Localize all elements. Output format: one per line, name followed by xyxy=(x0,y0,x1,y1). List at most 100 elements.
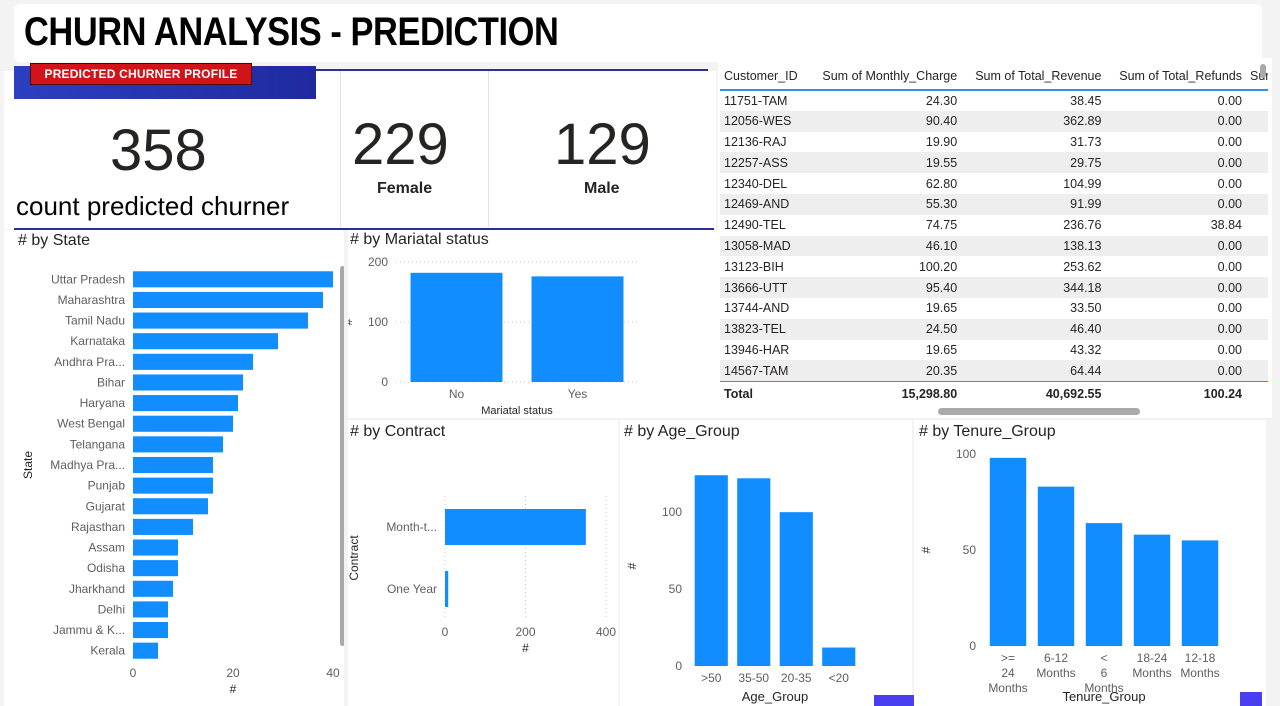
category-label: 6-12 xyxy=(1044,651,1068,665)
table-cell: 12136-RAJ xyxy=(724,134,787,149)
bar[interactable] xyxy=(133,333,278,350)
table-row[interactable]: 12056-WES 90.40 362.89 0.00 xyxy=(720,110,1268,132)
table-row[interactable]: 14567-TAM 20.35 64.44 0.00 xyxy=(720,360,1268,382)
table-cell xyxy=(1246,256,1268,277)
table-cell: 95.40 xyxy=(807,277,962,298)
kpi-total-value: 358 xyxy=(110,118,207,183)
table-row[interactable]: 12490-TEL 74.75 236.76 38.84 xyxy=(720,215,1268,236)
bar[interactable] xyxy=(133,436,223,453)
bar[interactable] xyxy=(133,477,213,494)
category-label: 6 xyxy=(1101,666,1108,680)
table-cell: 19.55 xyxy=(807,152,962,174)
bar[interactable] xyxy=(737,478,771,666)
bar[interactable] xyxy=(779,512,813,666)
bar[interactable] xyxy=(133,560,178,577)
table-row[interactable]: 13744-AND 19.65 33.50 0.00 xyxy=(720,298,1268,319)
kpi-female-label: Female xyxy=(377,180,433,197)
tenure-bar-chart[interactable]: 050100>=24Months6-12Months<6Months18-24M… xyxy=(914,420,1266,706)
bar[interactable] xyxy=(133,312,308,329)
table-cell: 38.84 xyxy=(1210,218,1242,233)
contract-bar-chart[interactable]: Month-t... One Year 0 200 400 # Contract xyxy=(347,420,618,706)
table-column-header[interactable]: Sum of Total_Revenue xyxy=(961,62,1106,91)
y-axis-label: # xyxy=(625,562,639,569)
state-bar-chart[interactable]: Uttar Pradesh Maharashtra Tamil Nadu Karnat… xyxy=(4,230,345,706)
table-cell: 344.18 xyxy=(961,277,1106,298)
marital-bar-chart[interactable]: 0 100 200 No Yes Mariatal status # xyxy=(341,230,718,418)
customer-table[interactable]: Customer_ID Sum of Monthly_Charge Sum of T… xyxy=(720,62,1268,408)
bar[interactable] xyxy=(822,647,856,666)
bar[interactable] xyxy=(133,456,213,474)
bar[interactable] xyxy=(694,475,728,666)
table-cell: 12340-DEL xyxy=(724,176,788,191)
bar[interactable] xyxy=(133,580,173,597)
bar[interactable] xyxy=(989,457,1027,646)
bar[interactable] xyxy=(133,642,158,659)
table-cell: 100.20 xyxy=(918,259,958,274)
bar[interactable] xyxy=(133,395,238,412)
dashboard: CHURN ANALYSIS - PREDICTION 358 count pr… xyxy=(0,0,1280,706)
vertical-scrollbar[interactable] xyxy=(340,266,345,646)
table-row[interactable]: 13666-UTT 95.40 344.18 0.00 xyxy=(720,277,1268,298)
bar[interactable] xyxy=(133,374,243,391)
table-row[interactable]: 13823-TEL 24.50 46.40 0.00 xyxy=(720,318,1268,340)
horizontal-scrollbar[interactable] xyxy=(938,408,1140,415)
table-column-header[interactable]: Customer_ID xyxy=(720,62,808,91)
bar[interactable] xyxy=(1133,534,1171,646)
category-label: 35-50 xyxy=(738,671,769,685)
table-row[interactable]: 12469-AND 55.30 91.99 0.00 xyxy=(720,193,1268,215)
bar[interactable] xyxy=(133,518,193,535)
bar[interactable] xyxy=(133,498,208,515)
table-column-header[interactable]: Sum of Total_Refunds xyxy=(1105,62,1246,91)
table-row[interactable]: 13946-HAR 19.65 43.32 0.00 xyxy=(720,340,1268,361)
tenure-chart-panel[interactable]: # by Tenure_Group 0 50 100 >= 24 Months 6-12 Mo… xyxy=(914,420,1266,706)
bar[interactable] xyxy=(133,539,178,556)
category-label: Tamil Nadu xyxy=(65,314,125,328)
bar[interactable] xyxy=(133,622,168,639)
table-row[interactable]: 12136-RAJ 19.90 31.73 0.00 xyxy=(720,132,1268,153)
bar[interactable] xyxy=(445,571,449,607)
page-nav-block xyxy=(1240,692,1262,706)
state-chart-panel[interactable]: # by State Uttar Pradesh Maharashtra Tamil… xyxy=(4,230,345,706)
bar[interactable] xyxy=(133,601,168,618)
table-row[interactable]: 12257-ASS 19.55 29.75 0.00 xyxy=(720,152,1268,174)
tick-label: 0 xyxy=(381,375,388,389)
table-cell: 253.62 xyxy=(1063,259,1102,274)
bar[interactable] xyxy=(410,272,503,382)
customer-table-panel[interactable]: Customer_ID Sum of Monthly_Charge Sum of T… xyxy=(718,58,1272,418)
table-cell: 13823-TEL xyxy=(720,318,808,340)
table-cell: 38.45 xyxy=(1070,93,1102,108)
table-cell: 46.40 xyxy=(961,318,1106,340)
bar[interactable] xyxy=(1037,486,1075,646)
marital-chart-panel[interactable]: # by Mariatal status 0 100 200 No Yes Mariata… xyxy=(341,230,718,418)
table-total-row[interactable]: Total 15,298.80 40,692.55 100.24 xyxy=(720,380,1268,408)
category-label: Telangana xyxy=(70,437,126,451)
bar[interactable] xyxy=(531,276,624,382)
age-chart-panel[interactable]: # by Age_Group 0 50 100 >50 35-50 20-35 <20 Age… xyxy=(620,420,912,706)
contract-chart-panel[interactable]: # by Contract Month-t... One Year 0 200 400 #… xyxy=(347,420,618,706)
bar[interactable] xyxy=(1181,540,1219,646)
tick-label: 200 xyxy=(368,255,388,269)
vertical-scrollbar[interactable] xyxy=(1260,64,1266,78)
age-chart-title: # by Age_Group xyxy=(624,423,740,440)
category-label: < xyxy=(1100,651,1107,665)
bar[interactable] xyxy=(1085,523,1123,646)
bar[interactable] xyxy=(133,415,233,432)
table-row[interactable]: 13058-MAD 46.10 138.13 0.00 xyxy=(720,235,1268,257)
table-row[interactable]: 11751-TAM 24.30 38.45 0.00 xyxy=(720,90,1268,111)
age-bar-chart[interactable]: 0 50 100 >50 35-50 20-35 <20 Age_Group # xyxy=(620,420,912,706)
table-cell xyxy=(1246,318,1268,340)
kpi-female-value: 229 xyxy=(352,112,449,177)
category-label: Uttar Pradesh xyxy=(51,272,125,286)
bar[interactable] xyxy=(445,509,586,545)
table-cell: 13744-AND xyxy=(724,301,790,316)
table-header-row: Customer_ID Sum of Monthly_Charge Sum of T… xyxy=(720,62,1268,91)
table-cell: 33.50 xyxy=(1070,301,1102,316)
bar[interactable] xyxy=(133,291,323,308)
table-row[interactable]: 13123-BIH 100.20 253.62 0.00 xyxy=(720,256,1268,277)
category-label: 24 xyxy=(1001,666,1015,680)
table-column-header[interactable]: Sum of Monthly_Charge xyxy=(807,62,962,91)
bar[interactable] xyxy=(133,271,333,288)
table-row[interactable]: 12340-DEL 62.80 104.99 0.00 xyxy=(720,173,1268,194)
bar[interactable] xyxy=(133,353,253,370)
table-cell: 55.30 xyxy=(807,193,962,215)
